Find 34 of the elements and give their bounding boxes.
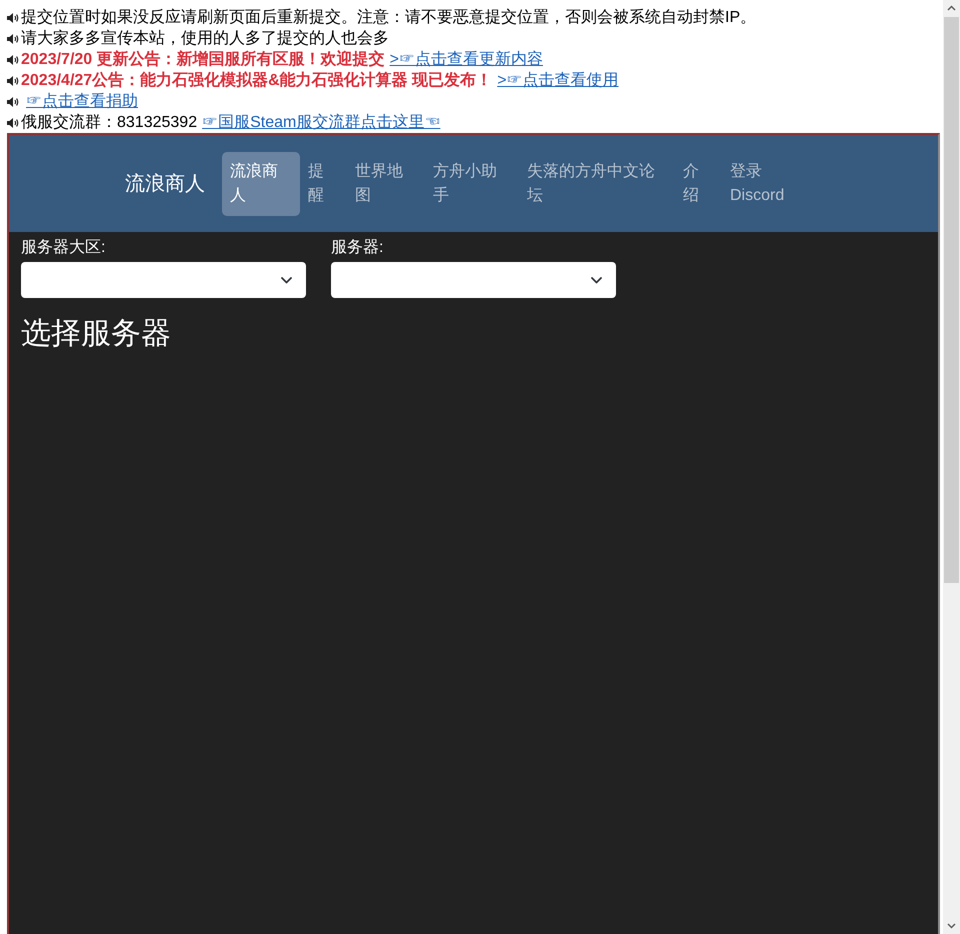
nav-link[interactable]: 提醒: [300, 152, 347, 216]
chevron-down-icon: [591, 276, 602, 284]
speaker-icon: [7, 54, 19, 66]
scrollbar[interactable]: [943, 0, 960, 934]
speaker-icon: [7, 96, 19, 108]
notice-text: 提交位置时如果没反应请刷新页面后重新提交。注意：请不要恶意提交位置，否则会被系统自动封禁IP。: [21, 8, 756, 28]
nav-link[interactable]: 流浪商人: [222, 152, 300, 216]
dropdown-select[interactable]: [331, 262, 616, 298]
dropdown-select[interactable]: [21, 262, 306, 298]
scrollbar-thumb[interactable]: [944, 17, 959, 583]
field-label: 服务器:: [331, 238, 384, 258]
notice-link[interactable]: ☞点击查看捐助: [26, 91, 138, 112]
nav-link[interactable]: 方舟小助手: [425, 152, 519, 216]
notice-link[interactable]: >☞点击查看更新内容: [390, 49, 543, 70]
announcement-text: 2023/4/27公告：能力石强化模拟器&能力石强化计算器 现已发布！: [21, 70, 492, 91]
speaker-icon: [7, 74, 19, 86]
brand-link[interactable]: 流浪商人: [125, 168, 205, 198]
nav-link[interactable]: 介绍: [675, 152, 722, 216]
chevron-down-icon: [281, 276, 292, 284]
announcement-text: 2023/7/20 更新公告：新增国服所有区服！欢迎提交: [21, 49, 385, 70]
nav-link[interactable]: 失落的方舟中文论坛: [519, 152, 675, 216]
page-heading: 选择服务器: [21, 316, 171, 352]
notice-link[interactable]: ☞国服Steam服交流群点击这里☜: [202, 112, 440, 133]
scroll-down-icon[interactable]: [947, 923, 956, 929]
nav-link[interactable]: 世界地图: [347, 152, 425, 216]
speaker-icon: [7, 116, 19, 128]
notice-link[interactable]: >☞点击查看使用: [497, 70, 619, 91]
field-label: 服务器大区:: [21, 238, 106, 258]
nav-link[interactable]: 登录 Discord: [722, 152, 800, 216]
notice-text: 请大家多多宣传本站，使用的人多了提交的人也会多: [21, 28, 389, 49]
speaker-icon: [7, 12, 19, 24]
speaker-icon: [7, 32, 19, 44]
scroll-up-icon[interactable]: [947, 5, 956, 11]
notice-text: 俄服交流群：831325392: [21, 112, 198, 133]
